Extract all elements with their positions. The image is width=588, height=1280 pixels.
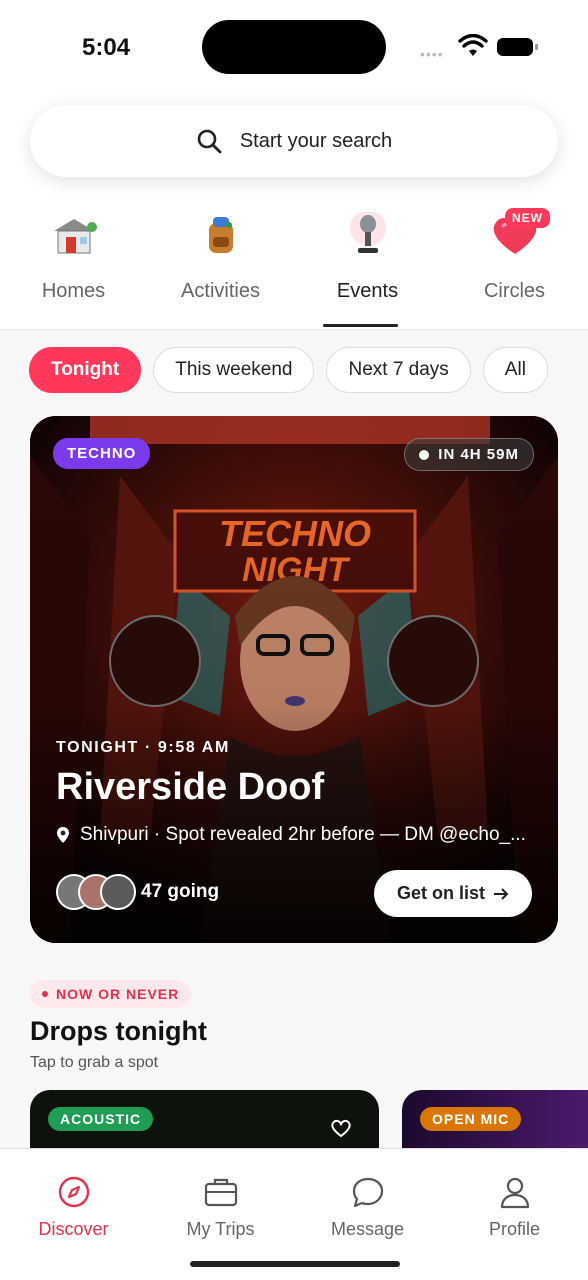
signal-icon: •••• <box>420 46 444 62</box>
event-title: Riverside Doof <box>56 766 325 808</box>
microphone-icon <box>294 205 441 265</box>
battery-icon <box>497 38 538 56</box>
home-indicator <box>190 1261 400 1267</box>
section-title: Drops tonight <box>30 1016 207 1046</box>
featured-event-card[interactable]: TECHNO NIGHT TECHNO IN 4H 59M TONIGHT · … <box>30 416 558 943</box>
attendee-avatars[interactable] <box>56 874 136 910</box>
get-on-list-button[interactable]: Get on list <box>374 870 532 917</box>
arrow-right-icon <box>494 887 509 900</box>
genre-tag: OPEN MIC <box>420 1107 522 1131</box>
drop-card[interactable]: OPEN MIC <box>402 1090 588 1148</box>
tab-label: Circles <box>483 280 546 302</box>
category-tabs: Homes Activities Events Circles <box>0 205 588 303</box>
search-placeholder: Start your search <box>239 129 393 152</box>
dynamic-island <box>202 20 386 74</box>
tab-label: Events <box>336 280 399 302</box>
tab-label: Homes <box>41 280 106 302</box>
genre-badge: TECHNO <box>53 438 151 469</box>
location-text: Shivpuri · Spot revealed 2hr before — DM… <box>80 824 526 845</box>
live-dot-icon <box>419 449 430 460</box>
section-subtitle: Tap to grab a spot <box>30 1054 159 1071</box>
dot-icon <box>42 991 48 997</box>
countdown-badge: IN 4H 59M <box>404 438 534 471</box>
going-count: 47 going <box>141 881 220 902</box>
tab-activities[interactable]: Activities <box>147 205 294 303</box>
compass-icon <box>58 1176 89 1208</box>
nav-discover[interactable]: Discover <box>0 1149 147 1280</box>
status-time: 5:04 <box>82 34 131 61</box>
filter-tonight[interactable]: Tonight <box>29 347 142 393</box>
nav-label: Discover <box>38 1219 109 1239</box>
search-icon <box>197 129 222 154</box>
heart-outline-icon[interactable] <box>330 1118 352 1138</box>
wifi-icon <box>458 34 488 56</box>
tab-homes[interactable]: Homes <box>0 205 147 303</box>
backpack-icon <box>147 205 294 265</box>
active-tab-indicator <box>323 324 398 327</box>
nav-label: Message <box>330 1219 405 1239</box>
genre-tag: ACOUSTIC <box>48 1107 154 1131</box>
house-icon <box>0 205 147 265</box>
filter-all[interactable]: All <box>482 347 548 393</box>
cta-label: Get on list <box>396 883 485 903</box>
drop-card[interactable]: ACOUSTIC <box>30 1090 379 1148</box>
search-bar[interactable]: Start your search <box>30 105 558 177</box>
nav-label: My Trips <box>186 1219 255 1239</box>
event-time: TONIGHT · 9:58 AM <box>56 739 230 756</box>
urgency-text: NOW OR NEVER <box>56 986 180 1002</box>
tab-label: Activities <box>181 280 260 302</box>
urgency-badge: NOW OR NEVER <box>30 980 192 1008</box>
location-pin-icon <box>57 827 69 843</box>
countdown-text: IN 4H 59M <box>438 446 519 463</box>
filter-this-weekend[interactable]: This weekend <box>153 347 315 393</box>
status-bar: 5:04 •••• <box>0 0 588 96</box>
chat-icon <box>352 1177 383 1208</box>
avatar <box>100 874 136 910</box>
nav-profile[interactable]: Profile <box>441 1149 588 1280</box>
event-poster-image: TECHNO NIGHT <box>30 416 558 943</box>
tab-events[interactable]: Events <box>294 205 441 303</box>
user-icon <box>500 1177 529 1209</box>
briefcase-icon <box>204 1178 237 1207</box>
new-badge: NEW <box>505 208 550 228</box>
date-filters: Tonight This weekend Next 7 days All <box>29 347 548 393</box>
filter-next-7-days[interactable]: Next 7 days <box>326 347 471 393</box>
nav-label: Profile <box>488 1219 541 1239</box>
event-location: Shivpuri · Spot revealed 2hr before — DM… <box>56 824 536 846</box>
